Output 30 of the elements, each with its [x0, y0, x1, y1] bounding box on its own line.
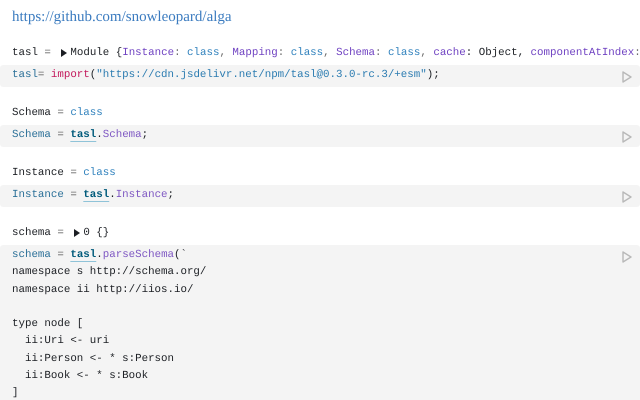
output-name: schema =: [12, 226, 65, 241]
output-name: tasl =: [12, 46, 52, 61]
code-line: ]: [12, 386, 20, 400]
repository-link[interactable]: https://github.com/snowleopard/alga: [12, 9, 232, 25]
output-value: Module {Instance: class, Mapping: class, Schema: class, cache: Object, componentAtIndex:: [70, 46, 640, 61]
code-line: ii:Uri <- uri: [24, 334, 110, 350]
run-icon[interactable]: [622, 251, 632, 263]
code-line: namespace ii http://iios.io/: [12, 282, 194, 298]
output-value: 0 {}: [83, 226, 110, 241]
code-line: Instance = tasl.Instance;: [12, 188, 176, 203]
run-icon[interactable]: [622, 131, 632, 143]
caret-icon[interactable]: [60, 49, 68, 57]
run-icon[interactable]: [622, 191, 632, 203]
code-line: ii:Person <- * s:Person: [24, 352, 175, 367]
output-name: Instance =: [12, 166, 78, 181]
code-editor[interactable]: schema = tasl.parseSchema(` namespace s http://schema.org/ namespace ii http://iios.io/ type node [ ii:Uri <- uri ii:Person <- * s:Person ii:Book <- * s:Book ]: [0, 245, 640, 400]
code-line: namespace s http://schema.org/: [12, 265, 208, 280]
code-line: Schema = tasl.Schema;: [12, 128, 150, 143]
code-line: type node [: [12, 317, 84, 332]
code-line: tasl= import("https://cdn.jsdelivr.net/npm/tasl@0.3.0-rc.3/+esm");: [12, 68, 441, 83]
run-icon[interactable]: [622, 71, 632, 83]
output-name: Schema =: [12, 106, 65, 121]
code-line: ii:Book <- * s:Book: [24, 369, 150, 384]
code-editor[interactable]: tasl= import("https://cdn.jsdelivr.net/npm/tasl@0.3.0-rc.3/+esm");: [0, 65, 640, 87]
output-value: class: [83, 166, 116, 181]
code-line: schema = tasl.parseSchema(`: [12, 248, 188, 263]
output-value: class: [70, 106, 103, 121]
code-editor[interactable]: Schema = tasl.Schema;: [0, 125, 640, 147]
caret-icon[interactable]: [73, 229, 80, 237]
code-editor[interactable]: Instance = tasl.Instance;: [0, 185, 640, 207]
